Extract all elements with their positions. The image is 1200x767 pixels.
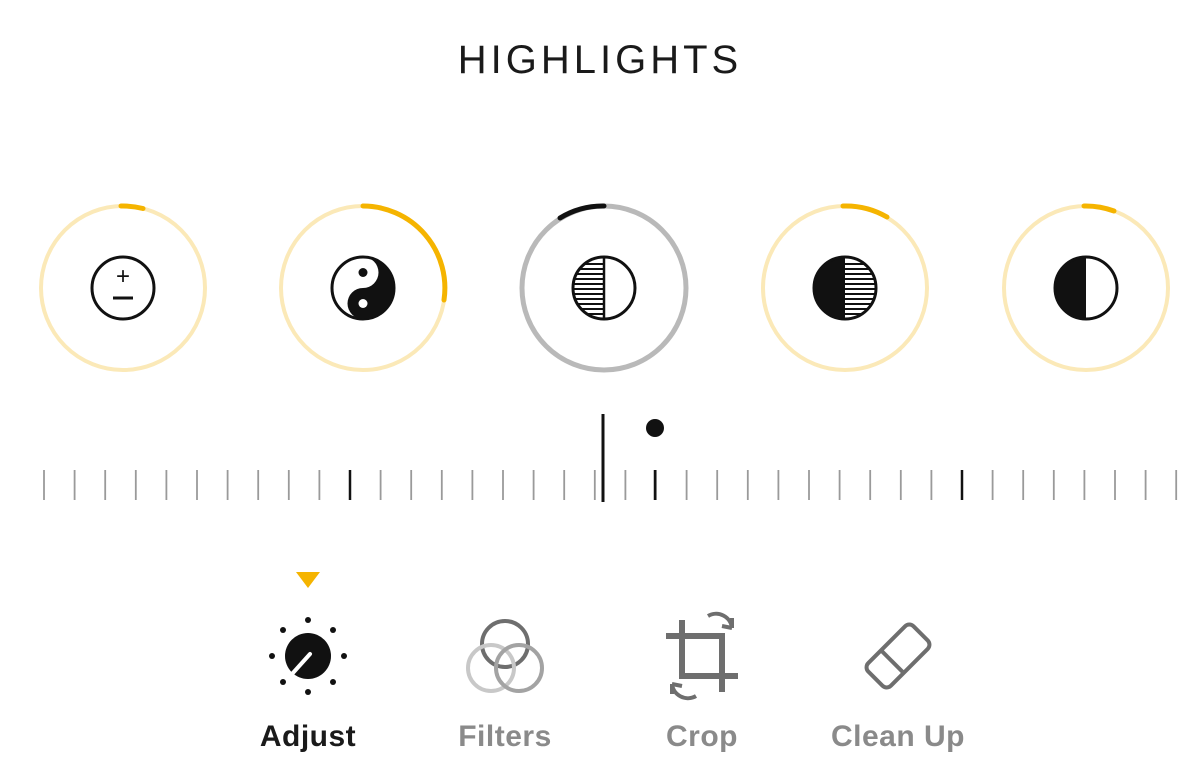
tab-clean-up-label: Clean Up	[830, 720, 966, 753]
crop-icon	[666, 611, 738, 701]
contrast-icon	[1053, 255, 1119, 321]
brilliance-dial[interactable]	[277, 202, 449, 374]
exposure-dial[interactable]: +	[37, 202, 209, 374]
adjustment-slider[interactable]	[0, 400, 1200, 520]
tab-filters[interactable]: Filters	[405, 606, 605, 754]
filters-icon	[466, 619, 544, 693]
tab-filters-label: Filters	[458, 720, 552, 753]
yin-yang-icon	[330, 255, 396, 321]
tab-adjust[interactable]: Adjust	[208, 606, 408, 754]
shadows-icon	[812, 255, 878, 321]
dial-icon	[269, 617, 347, 695]
slider-value-dot[interactable]	[646, 419, 664, 437]
tab-adjust-label: Adjust	[259, 720, 357, 753]
contrast-dial[interactable]	[1000, 202, 1172, 374]
page-title: HIGHLIGHTS	[457, 38, 743, 82]
highlights-icon	[571, 255, 637, 321]
plus-minus-icon: +	[90, 255, 156, 321]
tab-crop[interactable]: Crop	[602, 606, 802, 754]
svg-text:+: +	[116, 263, 130, 290]
tab-crop-label: Crop	[666, 720, 738, 753]
highlights-dial[interactable]	[518, 202, 690, 374]
eraser-icon	[864, 622, 932, 690]
tab-clean-up[interactable]: Clean Up	[798, 606, 998, 754]
edit-mode-tabs: Adjust Filters Crop Clean Up	[0, 560, 1200, 767]
shadows-dial[interactable]	[759, 202, 931, 374]
